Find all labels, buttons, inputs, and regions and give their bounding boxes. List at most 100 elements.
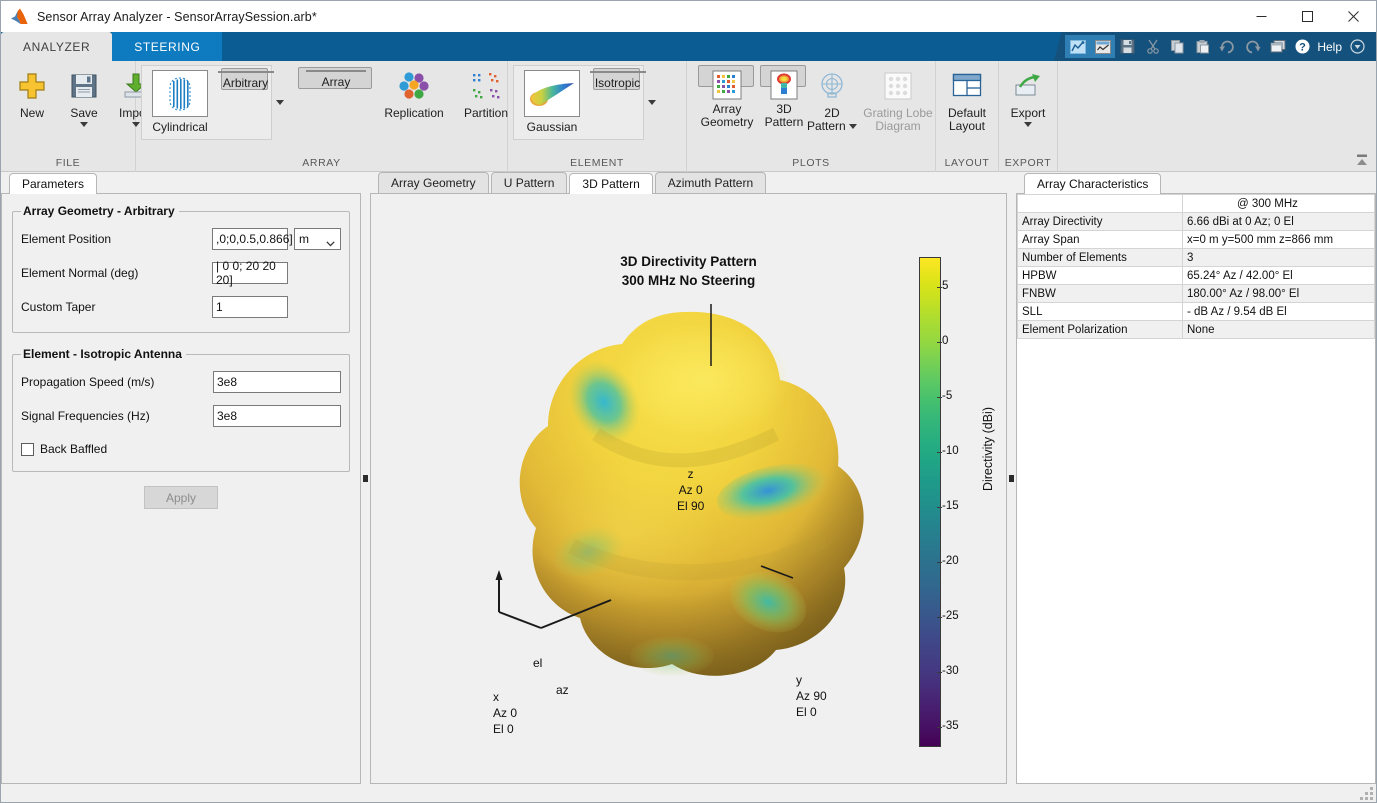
array-geometry-button[interactable]: ArrayGeometry — [698, 65, 754, 87]
custom-taper-label: Custom Taper — [21, 300, 212, 314]
back-baffled-row[interactable]: Back Baffled — [21, 437, 341, 461]
el-axis-arrow — [496, 570, 503, 580]
apply-button[interactable]: Apply — [144, 486, 218, 509]
chevron-down-icon[interactable] — [1024, 122, 1032, 127]
resize-grip[interactable] — [1360, 787, 1373, 800]
floppy-disk-icon — [70, 69, 98, 103]
tab-3d-pattern[interactable]: 3D Pattern — [569, 173, 652, 194]
propagation-speed-row: Propagation Speed (m/s) 3e8 — [21, 367, 341, 397]
arbitrary-label: Arbitrary — [223, 76, 268, 90]
element-normal-input[interactable]: | 0 0; 20 20 20] — [212, 262, 288, 284]
array-label: Array — [322, 75, 351, 89]
tab-azimuth-pattern[interactable]: Azimuth Pattern — [655, 172, 766, 193]
replication-button[interactable]: Replication — [378, 65, 450, 120]
unit-value: m — [299, 232, 309, 246]
save-button[interactable]: Save — [58, 65, 110, 127]
array-geometry-legend: Array Geometry - Arbitrary — [21, 204, 179, 218]
new-button[interactable]: New — [6, 65, 58, 120]
table-row[interactable]: HPBW 65.24° Az / 42.00° El — [1018, 267, 1375, 285]
gaussian-label: Gaussian — [527, 120, 578, 134]
plot-tab-bar: Array Geometry U Pattern 3D Pattern Azim… — [370, 172, 1007, 194]
table-row[interactable]: Array Span x=0 m y=500 mm z=866 mm — [1018, 231, 1375, 249]
status-bar — [1, 784, 1376, 802]
colorbar-tick: -25 — [942, 610, 959, 622]
tab-u-pattern[interactable]: U Pattern — [491, 172, 568, 193]
axis-indicators — [481, 294, 841, 674]
gallery-item-arbitrary[interactable]: Arbitrary — [221, 68, 268, 90]
undo-icon[interactable] — [1215, 35, 1240, 58]
element-normal-label: Element Normal (deg) — [21, 266, 212, 280]
maximize-button[interactable] — [1284, 1, 1330, 32]
colorbar-gradient — [919, 257, 941, 747]
save-label: Save — [70, 107, 97, 120]
ribbon-tab-strip: ANALYZER STEERING — [1, 32, 1376, 61]
az-axis-line — [499, 612, 541, 628]
figure-tool-icon[interactable] — [1090, 35, 1115, 58]
window-title: Sensor Array Analyzer - SensorArraySessi… — [37, 10, 317, 24]
grating-lobe-diagram-button[interactable]: Grating LobeDiagram — [858, 65, 938, 133]
collapse-ribbon-icon[interactable] — [1352, 151, 1372, 169]
element-group-label: ELEMENT — [508, 157, 686, 172]
element-gallery: Gaussian — [513, 65, 644, 140]
gallery-item-cylindrical[interactable]: Cylindrical — [145, 68, 215, 137]
plot-body: 3D Directivity Pattern 300 MHz No Steeri… — [370, 194, 1007, 784]
ribbon-toolbar: New Save — [1, 61, 1376, 172]
tab-parameters[interactable]: Parameters — [9, 173, 97, 194]
copy-icon[interactable] — [1165, 35, 1190, 58]
plot-tool-icon[interactable] — [1065, 35, 1090, 58]
pattern-2d-button[interactable]: 2DPattern — [806, 65, 858, 133]
table-row[interactable]: Element Polarization None — [1018, 321, 1375, 339]
help-label[interactable]: Help — [1317, 40, 1342, 54]
circular-array-icon — [306, 70, 366, 72]
splitter-handle[interactable] — [1009, 475, 1014, 482]
layout-icon[interactable] — [1265, 35, 1290, 58]
redo-icon[interactable] — [1240, 35, 1265, 58]
help-dropdown-icon[interactable] — [1345, 35, 1370, 58]
minimize-button[interactable] — [1238, 1, 1284, 32]
paste-icon[interactable] — [1190, 35, 1215, 58]
table-row[interactable]: Number of Elements 3 — [1018, 249, 1375, 267]
sensor-array-analyzer-window: Sensor Array Analyzer - SensorArraySessi… — [0, 0, 1377, 803]
tab-steering[interactable]: STEERING — [112, 32, 222, 61]
y-axis-label: y Az 90 El 0 — [796, 672, 827, 720]
save-icon[interactable] — [1115, 35, 1140, 58]
table-row[interactable]: Array Directivity 6.66 dBi at 0 Az; 0 El — [1018, 213, 1375, 231]
element-gallery-expand-icon[interactable] — [644, 70, 660, 136]
signal-frequencies-label: Signal Frequencies (Hz) — [21, 409, 213, 423]
cut-icon[interactable] — [1140, 35, 1165, 58]
element-group: Element - Isotropic Antenna Propagation … — [12, 347, 350, 472]
custom-taper-input[interactable]: 1 — [212, 296, 288, 318]
signal-frequencies-input[interactable]: 3e8 — [213, 405, 341, 427]
right-splitter[interactable] — [1007, 172, 1016, 784]
row-label: SLL — [1018, 303, 1183, 321]
pattern-2d-label: 2DPattern — [807, 107, 857, 133]
plots-group-label: PLOTS — [687, 157, 935, 172]
element-position-input[interactable]: ,0;0,0.5,0.866] — [212, 228, 288, 250]
help-icon[interactable]: ? — [1290, 35, 1315, 58]
directivity-pattern-plot[interactable]: 3D Directivity Pattern 300 MHz No Steeri… — [371, 194, 1006, 783]
title-bar: Sensor Array Analyzer - SensorArraySessi… — [1, 1, 1376, 32]
tab-array-geometry[interactable]: Array Geometry — [378, 172, 489, 193]
propagation-speed-label: Propagation Speed (m/s) — [21, 375, 213, 389]
x-axis-label: x Az 0 El 0 — [493, 689, 517, 737]
close-button[interactable] — [1330, 1, 1376, 32]
pattern-3d-button[interactable]: 3DPattern — [760, 65, 806, 87]
default-layout-button[interactable]: DefaultLayout — [931, 65, 1003, 133]
table-row[interactable]: FNBW 180.00° Az / 98.00° El — [1018, 285, 1375, 303]
splitter-handle[interactable] — [363, 475, 368, 482]
table-row[interactable]: SLL - dB Az / 9.54 dB El — [1018, 303, 1375, 321]
tab-analyzer[interactable]: ANALYZER — [1, 32, 112, 61]
chevron-down-icon[interactable] — [80, 122, 88, 127]
tab-array-characteristics[interactable]: Array Characteristics — [1024, 173, 1161, 194]
propagation-speed-input[interactable]: 3e8 — [213, 371, 341, 393]
layout-group-label: LAYOUT — [936, 157, 998, 172]
left-splitter[interactable] — [361, 172, 370, 784]
back-baffled-checkbox[interactable] — [21, 443, 34, 456]
export-button[interactable]: Export — [1002, 65, 1054, 127]
element-position-unit-select[interactable]: m — [294, 228, 341, 250]
characteristics-table-wrap: @ 300 MHz Array Directivity 6.66 dBi at … — [1017, 194, 1375, 783]
gallery-item-array[interactable]: Array — [298, 67, 372, 89]
array-gallery-expand-icon[interactable] — [272, 70, 288, 136]
gallery-item-gaussian[interactable]: Gaussian — [517, 68, 587, 137]
gallery-item-isotropic[interactable]: Isotropic — [593, 68, 640, 90]
